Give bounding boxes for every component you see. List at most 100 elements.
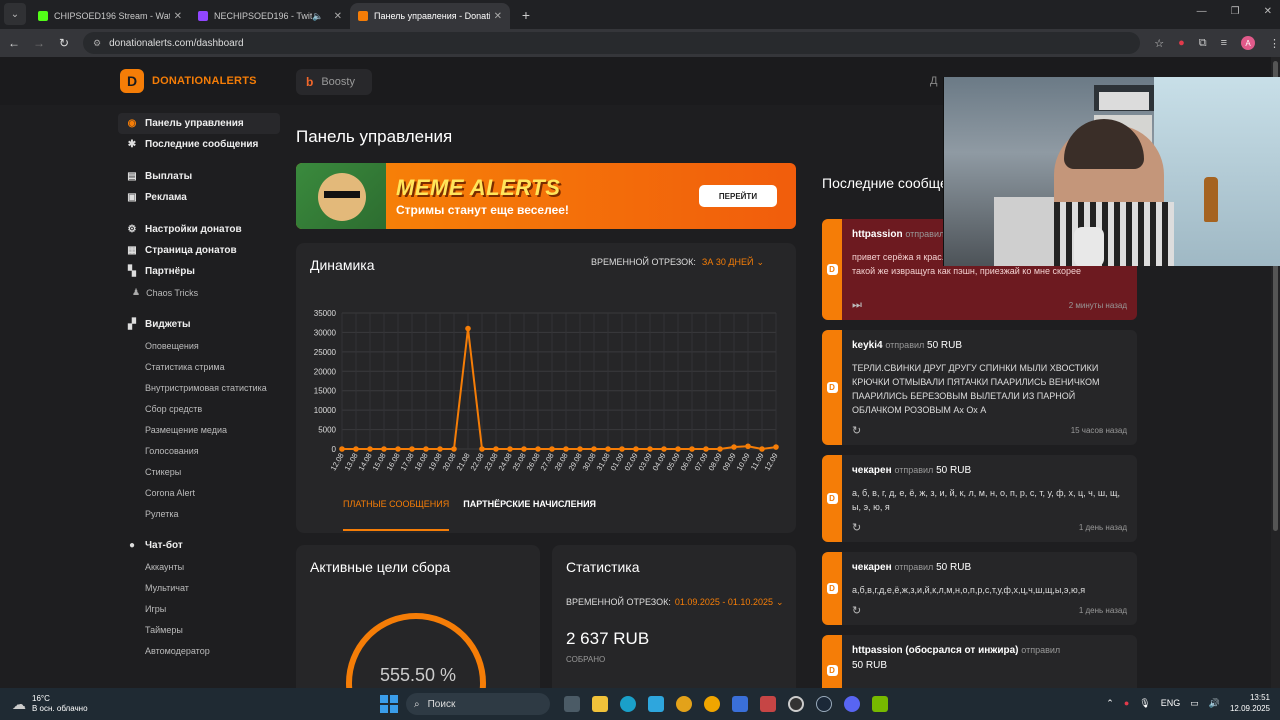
minimize-icon[interactable]: —	[1197, 6, 1207, 17]
obs-icon[interactable]	[788, 696, 804, 712]
grid-icon: ▚	[128, 266, 136, 277]
message-card[interactable]: D чекарен отправил 50 RUB а,б,в,г,д,е,ё,…	[822, 552, 1137, 625]
data-point	[577, 446, 583, 452]
chrome-icon[interactable]	[676, 696, 692, 712]
profile-avatar[interactable]: A	[1241, 36, 1255, 50]
weather-widget[interactable]: ☁ 16°C В осн. облачно	[12, 694, 88, 714]
tab-kick[interactable]: CHIPSOED196 Stream - Watch ✕	[30, 3, 190, 29]
stats-app-icon[interactable]	[732, 696, 748, 712]
chevron-up-icon[interactable]: ⌃	[1106, 698, 1114, 709]
speaker-icon[interactable]: 🔈	[312, 11, 323, 22]
star-icon[interactable]: ☆	[1154, 37, 1164, 50]
sidebar-item-ads[interactable]: ▣ Реклама	[118, 187, 280, 208]
app-icon[interactable]	[760, 696, 776, 712]
dynamics-period[interactable]: ВРЕМЕННОЙ ОТРЕЗОК: ЗА 30 ДНЕЙ ⌄	[591, 257, 764, 268]
sidebar-item-chatbot[interactable]: ● Чат-бот	[118, 535, 280, 556]
back-icon[interactable]: ←	[3, 36, 25, 50]
sidebar-item-last-messages[interactable]: ✱ Последние сообщения	[118, 134, 280, 155]
tab-partner-earnings[interactable]: ПАРТНЁРСКИЕ НАЧИСЛЕНИЯ	[463, 499, 596, 531]
media-icon[interactable]: ≡	[1221, 37, 1227, 49]
data-point	[353, 446, 359, 452]
message-sent-word: отправил	[894, 562, 934, 572]
file-explorer-icon[interactable]	[592, 696, 608, 712]
sidebar-item-multichat[interactable]: Мультичат	[118, 577, 280, 598]
tray-app-icon[interactable]: ●	[1124, 698, 1129, 708]
sidebar-item-alerts[interactable]: Оповещения	[118, 335, 280, 356]
boosty-button[interactable]: b Boosty	[296, 69, 372, 95]
stats-period[interactable]: ВРЕМЕННОЙ ОТРЕЗОК: 01.09.2025 - 01.10.202…	[566, 597, 784, 608]
weather-temp: 16°C	[32, 694, 50, 703]
meme-alerts-banner[interactable]: MEME ALERTS Стримы станут еще веселее! П…	[296, 163, 796, 229]
site-info-icon[interactable]: ⚙	[93, 38, 101, 49]
close-window-icon[interactable]: ✕	[1264, 6, 1272, 17]
tab-title: Панель управления - Donatio	[374, 11, 490, 21]
replay-icon[interactable]: ↻	[852, 521, 861, 534]
x-tick-label: 10.09	[735, 452, 752, 473]
tab-twitch[interactable]: NECHIPSOED196 - Twitch 🔈 ✕	[190, 3, 350, 29]
clock[interactable]: 13:51 12.09.2025	[1230, 692, 1270, 714]
tab-search-button[interactable]: ⌄	[4, 3, 26, 25]
menu-icon[interactable]: ⋮	[1269, 37, 1280, 50]
y-tick-label: 10000	[314, 406, 337, 415]
sidebar-item-timers[interactable]: Таймеры	[118, 619, 280, 640]
close-icon[interactable]: ✕	[494, 11, 502, 22]
extension-icon[interactable]: ●	[1178, 37, 1185, 49]
sidebar-item-stickers[interactable]: Стикеры	[118, 461, 280, 482]
series-line	[342, 328, 777, 451]
sidebar-item-corona-alert[interactable]: Corona Alert	[118, 482, 280, 503]
skip-icon[interactable]: ⏭	[852, 299, 862, 312]
tab-paid-messages[interactable]: ПЛАТНЫЕ СООБЩЕНИЯ	[343, 499, 450, 531]
sidebar-item-donation-settings[interactable]: ⚙ Настройки донатов	[118, 219, 280, 240]
sidebar-item-automod[interactable]: Автомодератор	[118, 640, 280, 661]
replay-icon[interactable]: ↻	[852, 604, 861, 617]
language-indicator[interactable]: ENG	[1161, 698, 1181, 708]
taskbar-search[interactable]: ⌕ Поиск	[406, 693, 550, 715]
app-icon[interactable]	[704, 696, 720, 712]
message-card[interactable]: D keyki4 отправил 50 RUB ТЕРЛИ.СВИНКИ ДР…	[822, 330, 1137, 445]
nvidia-icon[interactable]	[872, 696, 888, 712]
network-icon[interactable]: ▭	[1190, 698, 1199, 709]
sidebar-item-roulette[interactable]: Рулетка	[118, 503, 280, 524]
sidebar-item-partners[interactable]: ▚ Партнёры	[118, 261, 280, 282]
reload-icon[interactable]: ↻	[53, 36, 75, 50]
sidebar-item-media[interactable]: Размещение медиа	[118, 419, 280, 440]
steam-icon[interactable]	[816, 696, 832, 712]
puzzle-icon[interactable]: ⧉	[1199, 37, 1207, 50]
telegram-icon[interactable]	[648, 696, 664, 712]
windows-start-icon[interactable]	[380, 695, 398, 713]
sidebar-item-games[interactable]: Игры	[118, 598, 280, 619]
sidebar-item-fundraising[interactable]: Сбор средств	[118, 398, 280, 419]
close-icon[interactable]: ✕	[174, 11, 182, 22]
tab-donationalerts[interactable]: Панель управления - Donatio ✕	[350, 3, 510, 29]
banner-go-button[interactable]: ПЕРЕЙТИ	[699, 185, 777, 207]
replay-icon[interactable]: ↻	[852, 424, 861, 437]
sidebar-item-widgets[interactable]: ▞ Виджеты	[118, 314, 280, 335]
sidebar-item-donation-page[interactable]: ▦ Страница донатов	[118, 240, 280, 261]
sidebar-item-polls[interactable]: Голосования	[118, 440, 280, 461]
url-text: donationalerts.com/dashboard	[109, 37, 244, 49]
period-value: 01.09.2025 - 01.10.2025	[674, 597, 773, 607]
sidebar-item-instream-stats[interactable]: Внутристримовая статистика	[118, 377, 280, 398]
url-input[interactable]: ⚙ donationalerts.com/dashboard	[83, 32, 1141, 54]
new-tab-button[interactable]: +	[516, 5, 536, 25]
task-view-icon[interactable]	[564, 696, 580, 712]
volume-icon[interactable]: 🔊	[1209, 698, 1220, 709]
data-point	[535, 446, 541, 452]
sidebar-item-accounts[interactable]: Аккаунты	[118, 556, 280, 577]
edge-icon[interactable]	[620, 696, 636, 712]
sidebar-item-chaos-tricks[interactable]: ♟ Chaos Tricks	[118, 282, 280, 303]
logo[interactable]: D DONATIONALERTS	[120, 69, 257, 93]
sidebar-item-label: Страница донатов	[145, 245, 237, 256]
sidebar-item-stream-stats[interactable]: Статистика стрима	[118, 356, 280, 377]
sidebar-item-dashboard[interactable]: ◉ Панель управления	[118, 113, 280, 134]
donationalerts-logo-icon: D	[120, 69, 144, 93]
message-card[interactable]: D httpassion (обосрался от инжира) отпра…	[822, 635, 1137, 688]
data-point	[409, 446, 415, 452]
mic-icon[interactable]: 🎙	[1139, 698, 1150, 709]
sidebar-item-payouts[interactable]: ▤ Выплаты	[118, 166, 280, 187]
close-icon[interactable]: ✕	[334, 11, 342, 22]
forward-icon[interactable]: →	[28, 36, 50, 50]
message-card[interactable]: D чекарен отправил 50 RUB а, б, в, г, д,…	[822, 455, 1137, 542]
discord-icon[interactable]	[844, 696, 860, 712]
maximize-icon[interactable]: ❐	[1231, 6, 1240, 17]
